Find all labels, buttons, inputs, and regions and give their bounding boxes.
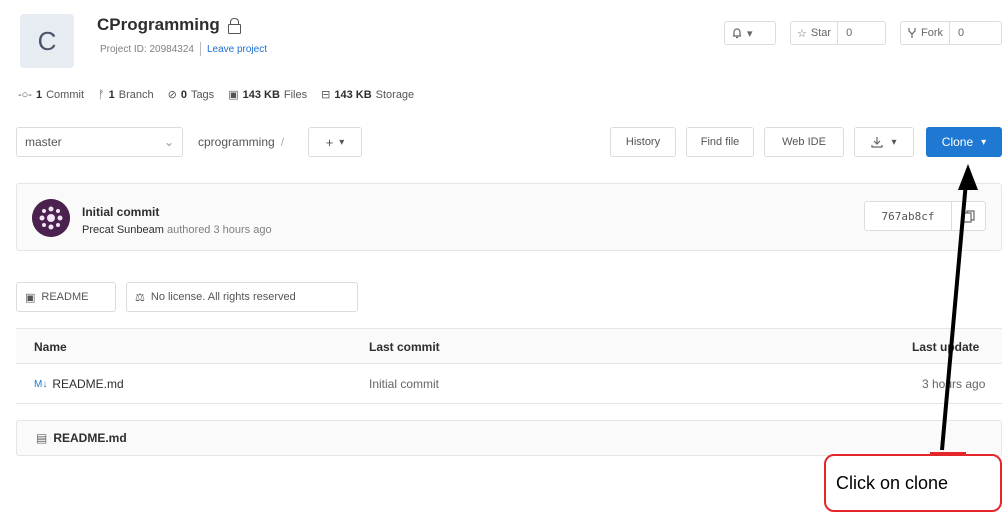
star-label: Star — [810, 27, 832, 39]
commit-icon: -○- — [18, 88, 32, 101]
chevron-down-icon: ▾ — [747, 27, 753, 40]
file-icon: ▣ — [228, 89, 239, 101]
project-subtitle: Project ID: 20984324 Leave project — [100, 42, 267, 56]
history-button[interactable]: History — [610, 127, 676, 157]
chevron-down-icon: ▾ — [339, 136, 345, 148]
plus-icon: + — [325, 134, 334, 150]
project-id: Project ID: 20984324 — [100, 43, 194, 55]
table-row — [16, 364, 1002, 404]
divider — [199, 42, 201, 56]
readme-title: ▤ README.md — [36, 431, 127, 445]
readme-button[interactable]: ▣ README — [16, 282, 116, 312]
stat-files[interactable]: ▣ 143 KB Files — [228, 88, 307, 102]
column-header-last-commit: Last commit — [369, 340, 440, 354]
commit-meta: Precat Sunbeam authored 3 hours ago — [82, 224, 272, 236]
branch-select[interactable]: master ⌄ — [16, 127, 183, 157]
branch-name: master — [25, 135, 62, 149]
web-ide-button[interactable]: Web IDE — [764, 127, 844, 157]
leave-project-link[interactable]: Leave project — [207, 44, 267, 55]
file-commit-message[interactable]: Initial commit — [369, 377, 439, 391]
file-icon: ▣ — [25, 291, 36, 304]
stat-commits[interactable]: -○- 1 Commit — [18, 88, 84, 101]
download-icon — [871, 137, 884, 148]
avatar[interactable] — [32, 199, 70, 237]
annotation-callout: Click on clone — [824, 454, 1002, 512]
lock-icon — [227, 18, 241, 34]
breadcrumb-separator: / — [280, 135, 285, 149]
fork-icon — [908, 28, 916, 38]
markdown-icon: M↓ — [34, 378, 48, 390]
star-count[interactable]: 0 — [837, 22, 860, 44]
fork-count[interactable]: 0 — [949, 22, 972, 44]
stat-storage[interactable]: ⊟ 143 KB Storage — [321, 88, 414, 102]
file-icon: ▤ — [36, 431, 48, 445]
annotation-arrow — [940, 164, 978, 451]
scale-icon: ⚖ — [135, 291, 145, 304]
fork-label: Fork — [921, 27, 943, 39]
table-header — [16, 328, 1002, 364]
project-avatar: C — [20, 14, 74, 68]
star-icon: ☆ — [797, 27, 807, 40]
column-header-name: Name — [34, 340, 67, 354]
readme-label: README — [41, 291, 89, 303]
breadcrumb: cprogramming / — [198, 135, 284, 149]
clone-label: Clone — [941, 135, 974, 149]
download-dropdown-button[interactable]: ▾ — [854, 127, 914, 157]
license-button[interactable]: ⚖ No license. All rights reserved — [126, 282, 358, 312]
star-button[interactable]: ☆ Star 0 — [790, 21, 886, 45]
annotation-text: Click on clone — [836, 472, 949, 493]
branch-icon: ᚠ — [98, 88, 105, 101]
project-name: CProgramming — [97, 15, 220, 34]
commit-author[interactable]: Precat Sunbeam — [82, 224, 164, 236]
storage-icon: ⊟ — [321, 89, 331, 101]
project-title: CProgramming — [97, 15, 241, 35]
file-name: README.md — [52, 377, 124, 391]
stat-branches[interactable]: ᚠ 1 Branch — [98, 88, 154, 101]
chevron-down-icon: ▾ — [891, 136, 897, 148]
tag-icon: ⊘ — [167, 89, 177, 101]
commit-title[interactable]: Initial commit — [82, 205, 159, 219]
readme-header — [16, 420, 1002, 456]
last-commit-panel — [16, 183, 1002, 251]
chevron-down-icon: ⌄ — [163, 135, 174, 149]
breadcrumb-root[interactable]: cprogramming — [198, 135, 275, 149]
notification-dropdown-button[interactable]: ▾ — [724, 21, 776, 45]
license-label: No license. All rights reserved — [150, 291, 296, 303]
commit-time: authored 3 hours ago — [167, 224, 272, 236]
fork-button[interactable]: Fork 0 — [900, 21, 1002, 45]
stat-tags[interactable]: ⊘ 0 Tags — [167, 88, 215, 102]
user-avatar-pattern — [32, 199, 70, 237]
find-file-button[interactable]: Find file — [686, 127, 754, 157]
bell-icon — [733, 28, 741, 39]
project-stats: -○- 1 Commit ᚠ 1 Branch ⊘ 0 Tags ▣ 143 KB Fi… — [18, 88, 414, 102]
file-link-readme[interactable]: M↓ README.md — [34, 377, 124, 391]
chevron-down-icon: ▾ — [981, 136, 987, 148]
readme-file-name: README.md — [53, 431, 127, 445]
add-dropdown-button[interactable]: + ▾ — [308, 127, 362, 157]
